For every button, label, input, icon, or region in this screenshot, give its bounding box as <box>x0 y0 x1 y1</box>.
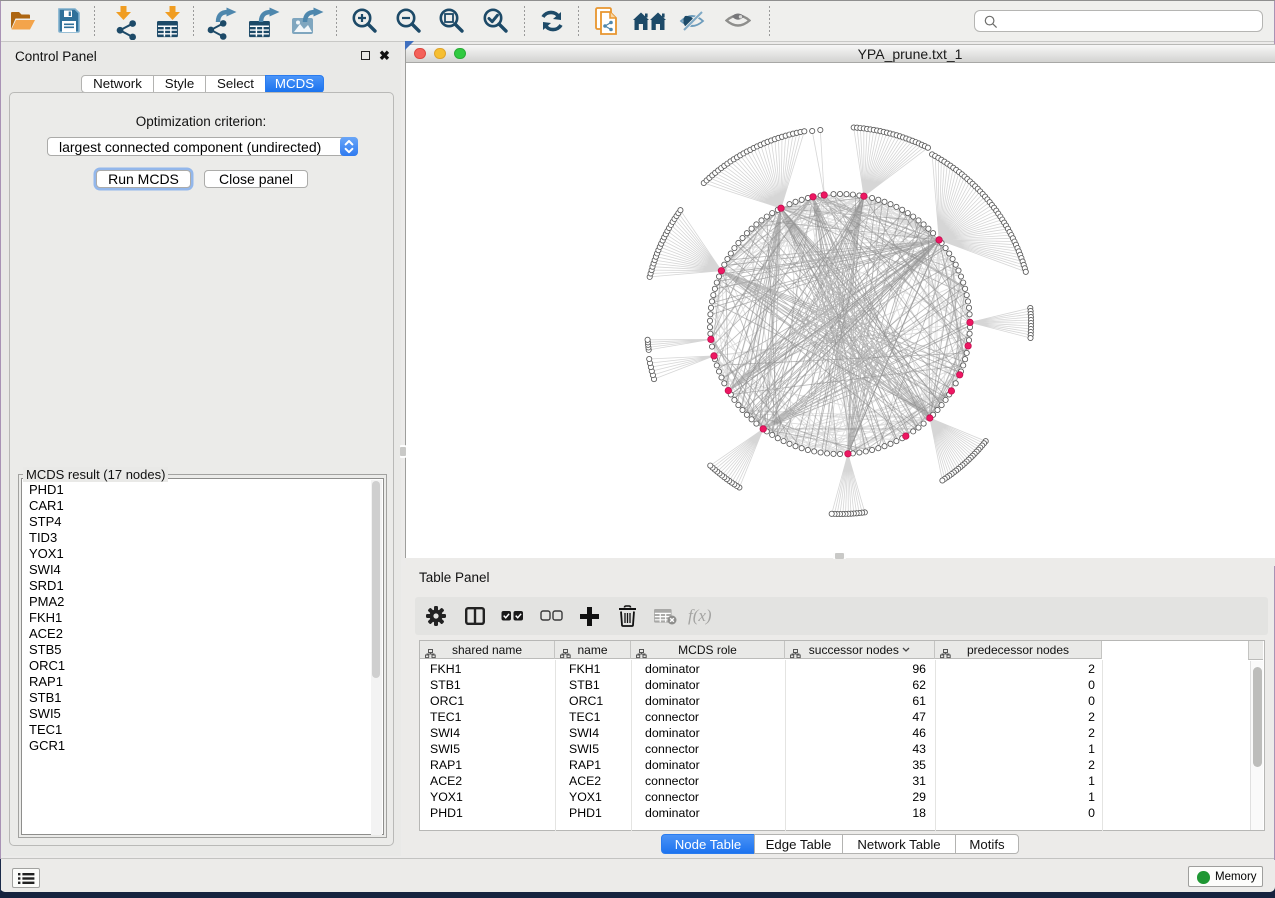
svg-text:f(x): f(x) <box>688 606 712 625</box>
